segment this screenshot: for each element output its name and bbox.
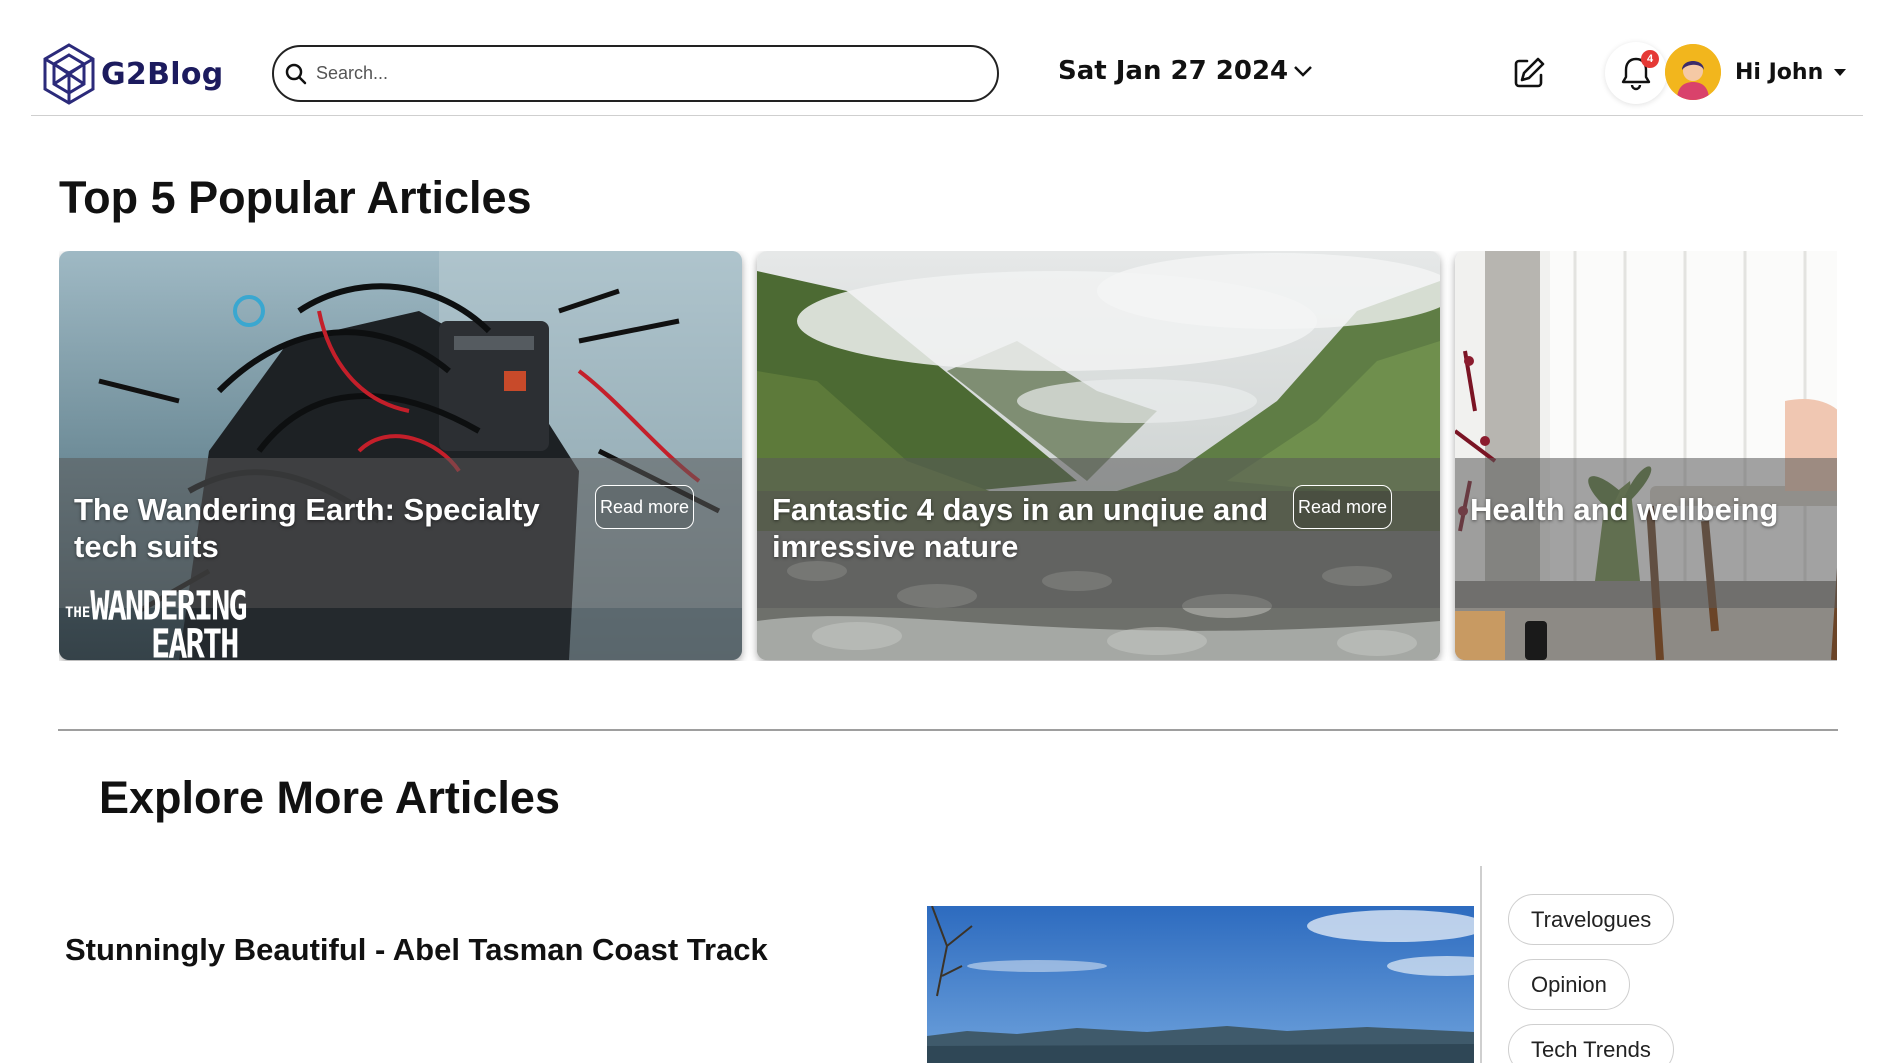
edit-icon xyxy=(1514,57,1545,88)
avatar xyxy=(1665,44,1721,100)
read-more-button[interactable]: Read more xyxy=(595,485,694,529)
user-greeting: Hi John xyxy=(1735,59,1824,85)
tag-opinion[interactable]: Opinion xyxy=(1508,959,1630,1010)
wandering-earth-logo: THEWANDERING EARTH xyxy=(65,582,248,660)
cube-logo-icon xyxy=(43,43,95,105)
date-label: Sat Jan 27 2024 xyxy=(1058,56,1289,86)
write-article-button[interactable] xyxy=(1506,50,1552,96)
tag-tech-trends[interactable]: Tech Trends xyxy=(1508,1024,1674,1063)
popular-articles-carousel: THEWANDERING EARTH The Wandering Earth: … xyxy=(59,251,1837,661)
popular-article-card[interactable]: Fantastic 4 days in an unqiue and imress… xyxy=(757,251,1440,660)
section-title-explore: Explore More Articles xyxy=(99,772,560,823)
popular-article-card[interactable]: THEWANDERING EARTH The Wandering Earth: … xyxy=(59,251,742,660)
top-navbar: G2Blog Sat Jan 27 2024 4 xyxy=(31,30,1863,116)
tag-travelogues[interactable]: Travelogues xyxy=(1508,894,1675,945)
date-selector[interactable]: Sat Jan 27 2024 xyxy=(1058,56,1314,86)
article-title[interactable]: Stunningly Beautiful - Abel Tasman Coast… xyxy=(65,932,768,968)
read-more-button[interactable]: Read more xyxy=(1293,485,1392,529)
brand-name: G2Blog xyxy=(101,56,224,92)
user-menu[interactable]: Hi John xyxy=(1665,44,1847,100)
sidebar-divider xyxy=(1480,866,1482,1063)
section-title-popular: Top 5 Popular Articles xyxy=(59,172,532,223)
notifications-button[interactable]: 4 xyxy=(1605,42,1667,104)
article-thumbnail[interactable] xyxy=(927,906,1474,1063)
caret-down-icon xyxy=(1834,69,1847,76)
card-title[interactable]: Fantastic 4 days in an unqiue and imress… xyxy=(772,491,1272,565)
card-title[interactable]: The Wandering Earth: Specialty tech suit… xyxy=(74,491,574,565)
brand-logo[interactable]: G2Blog xyxy=(41,41,224,107)
notification-badge: 4 xyxy=(1641,50,1659,68)
search-icon xyxy=(285,63,307,84)
card-overlay xyxy=(1455,458,1837,608)
popular-article-card[interactable]: Health and wellbeing xyxy=(1455,251,1837,660)
card-title[interactable]: Health and wellbeing xyxy=(1470,491,1837,528)
search-input[interactable] xyxy=(316,63,956,84)
chevron-down-icon xyxy=(1294,66,1313,77)
section-divider xyxy=(58,729,1838,731)
search-bar[interactable] xyxy=(272,45,999,102)
